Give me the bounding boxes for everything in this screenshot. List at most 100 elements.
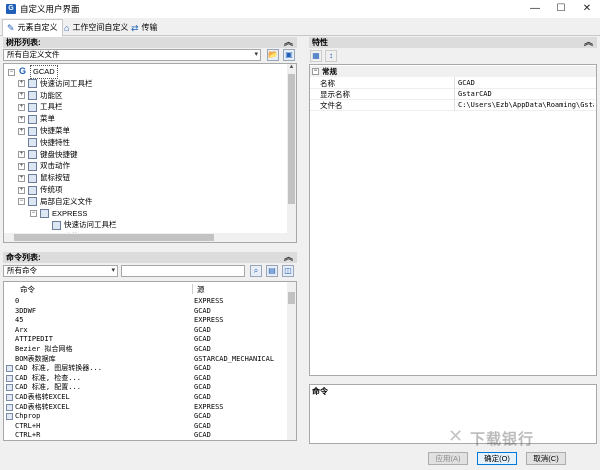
- expand-node-icon[interactable]: +: [18, 186, 25, 194]
- tree-item-label: 快速访问工具栏: [64, 220, 117, 230]
- command-scrollbar[interactable]: [287, 282, 296, 440]
- column-header-source[interactable]: 源: [197, 284, 205, 295]
- expand-node-icon[interactable]: +: [18, 103, 25, 111]
- tree-scroll-thumb[interactable]: [288, 74, 295, 204]
- tree-item-label: 功能区: [40, 90, 63, 100]
- tab-label: 工作空间自定义: [72, 22, 129, 32]
- tab-workspace-customize[interactable]: ⌂ 工作空间自定义: [60, 19, 132, 36]
- tree-hscrollbar[interactable]: [4, 233, 289, 242]
- collapse-node-icon[interactable]: −: [18, 198, 25, 206]
- tree-item[interactable]: 快速访问工具栏: [42, 219, 117, 231]
- tree-item[interactable]: + 菜单: [18, 113, 55, 125]
- minimize-button[interactable]: —: [522, 0, 548, 18]
- tree-filter-select[interactable]: 所有自定义文件 ▾: [3, 49, 261, 61]
- collapse-chevron-icon[interactable]: ︽: [284, 252, 293, 263]
- tree-panel-header[interactable]: 树形列表: ︽: [3, 37, 297, 48]
- pencil-icon: ✎: [7, 23, 15, 33]
- command-panel-header[interactable]: 命令列表: ︽: [3, 252, 297, 263]
- command-panel-title: 命令列表:: [6, 253, 41, 262]
- gcad-logo-icon: G: [18, 65, 26, 76]
- tree-node-icon: [28, 150, 37, 160]
- tree-node-icon: [28, 138, 37, 148]
- tree-view[interactable]: − G GCAD + 快速访问工具栏 + 功能区 + 工具栏 + 菜单 + 快捷菜单 快捷特性 + 键盘快捷键…: [3, 63, 297, 243]
- properties-grid[interactable]: − 常规 名称 GCAD 显示名称 GstarCAD 文件名 C:\Users\Ezb\A…: [309, 64, 597, 376]
- folder-icon: 📂: [268, 50, 278, 59]
- property-value[interactable]: C:\Users\Ezb\AppData\Roaming\Gstarsoft\: [458, 100, 594, 111]
- tree-item[interactable]: + 键盘快捷键: [18, 149, 78, 161]
- property-value[interactable]: GstarCAD: [458, 89, 492, 100]
- collapse-chevron-icon[interactable]: ︽: [584, 37, 593, 48]
- tree-item-label: 快速访问工具栏: [40, 78, 93, 88]
- collapse-node-icon[interactable]: −: [30, 210, 37, 218]
- watermark-text: 下载银行: [470, 431, 535, 448]
- properties-section-header[interactable]: − 常规: [310, 66, 596, 77]
- properties-panel-header[interactable]: 特性 ︽: [309, 37, 597, 48]
- tree-item-label: 局部自定义文件: [40, 196, 93, 206]
- maximize-button[interactable]: ☐: [548, 0, 574, 18]
- property-row[interactable]: 名称 GCAD: [310, 78, 596, 89]
- categorized-view-button[interactable]: ▦: [310, 50, 322, 62]
- properties-panel-title: 特性: [312, 38, 328, 47]
- table-row[interactable]: CTRL+R GCAD: [4, 430, 288, 441]
- tree-hscroll-thumb[interactable]: [14, 234, 214, 241]
- expand-node-icon[interactable]: +: [18, 80, 25, 88]
- command-options-button[interactable]: ◫: [282, 265, 294, 277]
- new-command-icon: ▤: [268, 266, 276, 275]
- tree-filter-value: 所有自定义文件: [7, 50, 60, 59]
- command-search-input[interactable]: [121, 265, 245, 277]
- tree-item[interactable]: + 传统项: [18, 184, 63, 196]
- expand-node-icon[interactable]: +: [18, 151, 25, 159]
- search-button[interactable]: ⌕: [250, 265, 262, 277]
- tree-item[interactable]: + 功能区: [18, 90, 63, 102]
- sort-alpha-button[interactable]: ↕: [325, 50, 337, 62]
- expand-node-icon[interactable]: +: [18, 174, 25, 182]
- column-divider[interactable]: [192, 284, 193, 294]
- tree-item[interactable]: + 快捷菜单: [18, 125, 70, 137]
- apply-button[interactable]: 应用(A): [428, 452, 468, 465]
- expand-node-icon[interactable]: +: [18, 92, 25, 100]
- tab-transfer[interactable]: ⇄ 传输: [127, 19, 162, 36]
- tab-element-customize[interactable]: ✎ 元素自定义: [2, 19, 63, 37]
- property-row[interactable]: 显示名称 GstarCAD: [310, 89, 596, 100]
- tree-item[interactable]: + 快速访问工具栏: [18, 78, 93, 90]
- column-header-command[interactable]: 命令: [20, 284, 35, 295]
- tree-item[interactable]: − 局部自定义文件: [18, 196, 93, 208]
- property-column-divider[interactable]: [454, 77, 455, 111]
- tree-item[interactable]: − EXPRESS: [30, 208, 87, 220]
- tree-item[interactable]: + 鼠标按钮: [18, 172, 70, 184]
- command-filter-select[interactable]: 所有命令 ▾: [3, 265, 118, 277]
- expand-node-icon[interactable]: +: [18, 115, 25, 123]
- command-filter-value: 所有命令: [7, 266, 37, 275]
- tree-item-label: 快捷菜单: [40, 126, 70, 135]
- expand-node-icon[interactable]: +: [18, 162, 25, 170]
- save-file-button[interactable]: ▣: [283, 49, 295, 61]
- tree-item-label: 工具栏: [40, 102, 63, 112]
- tree-item[interactable]: 快捷特性: [18, 137, 70, 149]
- chevron-down-icon: ▾: [254, 51, 258, 58]
- tree-item[interactable]: + 工具栏: [18, 101, 63, 113]
- command-list[interactable]: 命令 源 0 EXPRESS 3DDWF GCAD 45 EXPRESS Arx GCAD AT…: [3, 281, 297, 441]
- property-row[interactable]: 文件名 C:\Users\Ezb\AppData\Roaming\Gstarsof…: [310, 100, 596, 111]
- tree-node-icon: [28, 126, 37, 136]
- close-button[interactable]: ✕: [574, 0, 600, 18]
- collapse-node-icon[interactable]: −: [8, 68, 15, 76]
- tree-node-icon: [28, 161, 37, 171]
- expand-node-icon[interactable]: +: [18, 127, 25, 135]
- ok-button[interactable]: 确定(O): [477, 452, 517, 465]
- search-icon: ⌕: [253, 266, 259, 275]
- open-file-button[interactable]: 📂: [267, 49, 279, 61]
- tree-scrollbar[interactable]: ▲: [287, 64, 296, 242]
- scroll-up-icon[interactable]: ▲: [288, 64, 295, 72]
- tree-item[interactable]: − G GCAD: [8, 65, 58, 79]
- tab-label: 元素自定义: [17, 23, 58, 32]
- collapse-chevron-icon[interactable]: ︽: [284, 37, 293, 48]
- section-collapse-icon[interactable]: −: [312, 68, 319, 75]
- tree-item[interactable]: + 双击动作: [18, 160, 70, 172]
- command-scroll-thumb[interactable]: [288, 292, 295, 304]
- tree-node-icon: [28, 197, 37, 207]
- cancel-button[interactable]: 取消(C): [526, 452, 566, 465]
- property-value[interactable]: GCAD: [458, 78, 475, 89]
- new-command-button[interactable]: ▤: [266, 265, 278, 277]
- categorized-icon: ▦: [312, 51, 320, 60]
